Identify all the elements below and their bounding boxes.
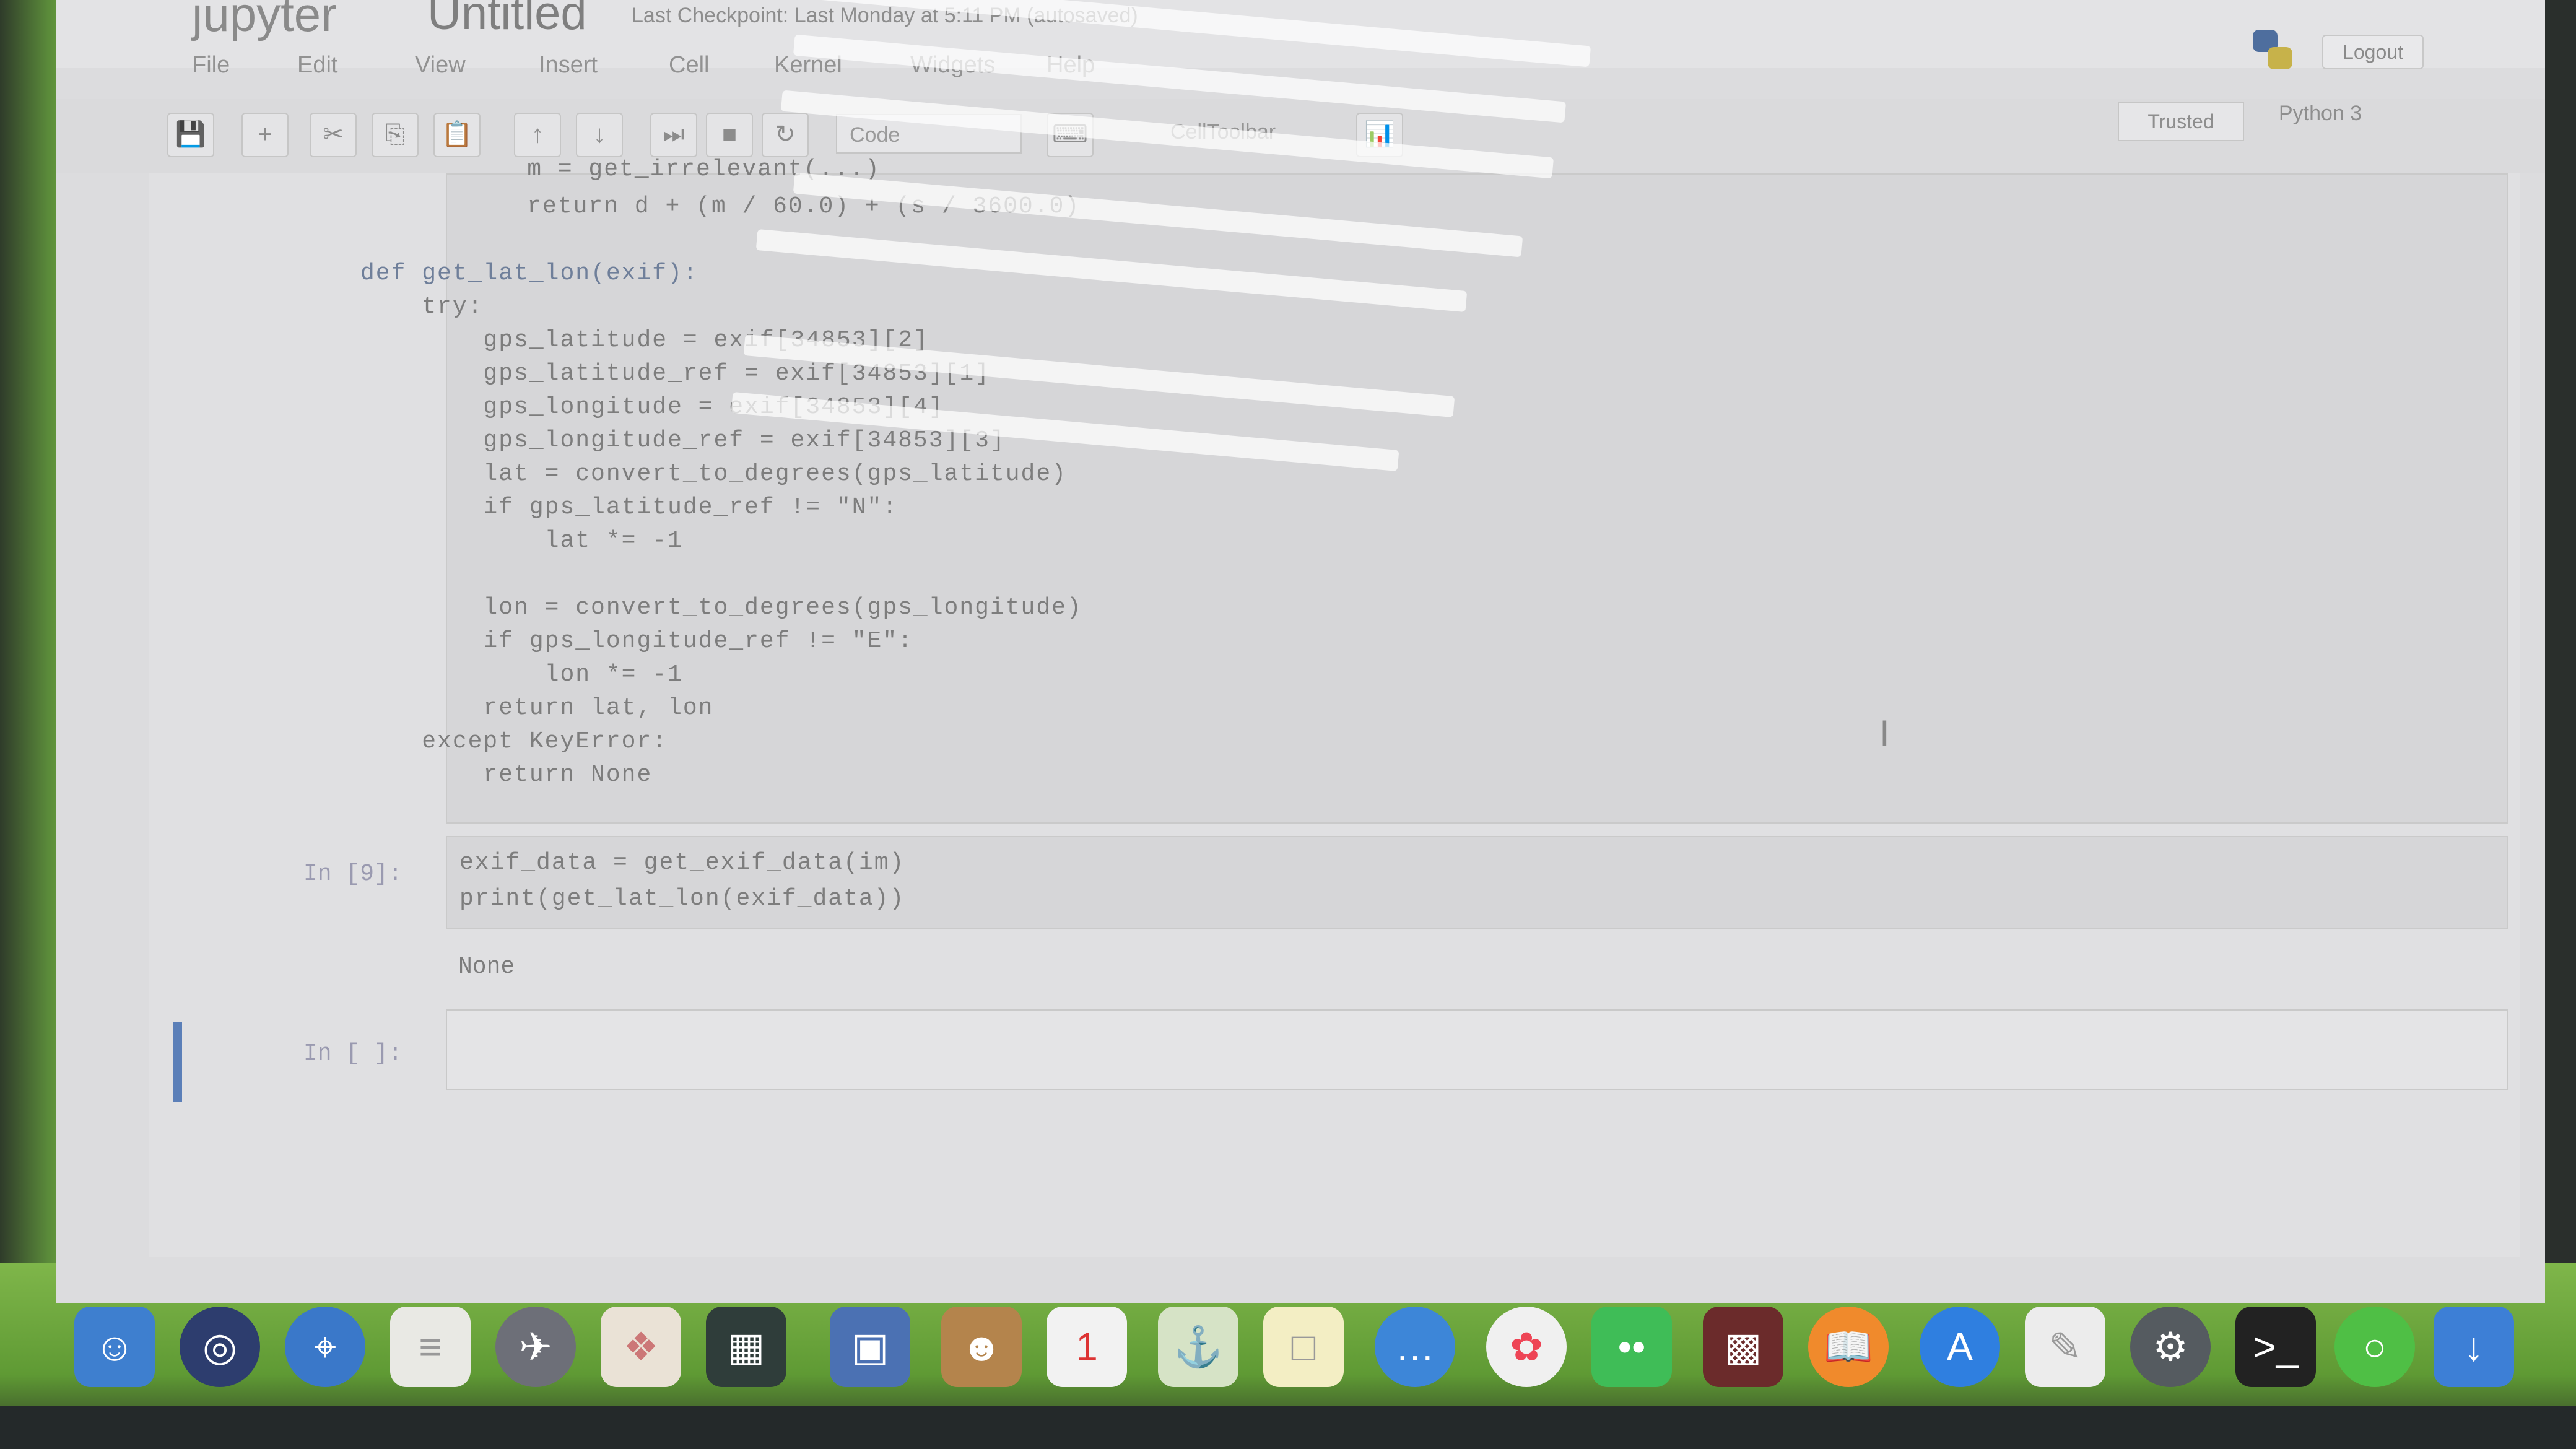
add-icon[interactable]: + [242, 113, 289, 157]
code-line: lat *= -1 [360, 528, 683, 554]
photos-preview-icon[interactable]: ❖ [601, 1307, 681, 1387]
notes-icon[interactable]: ≡ [390, 1307, 471, 1387]
trusted-badge[interactable]: Trusted [2118, 102, 2244, 141]
books-icon[interactable]: 📖 [1808, 1307, 1889, 1387]
code-line: exif_data = get_exif_data(im) [459, 850, 905, 876]
menu-view[interactable]: View [415, 52, 466, 79]
menu-cell[interactable]: Cell [669, 52, 709, 79]
downloads-icon[interactable]: ↓ [2434, 1307, 2514, 1387]
code-line: if gps_latitude_ref != "N": [360, 494, 899, 521]
notebook-title[interactable]: Untitled [427, 0, 587, 40]
selected-cell-indicator [173, 1022, 182, 1102]
calendar-icon[interactable]: 1 [1046, 1307, 1127, 1387]
copy-icon[interactable]: ⎘ [372, 113, 419, 157]
code-line: return lat, lon [360, 695, 714, 721]
cell3-prompt: In [ ]: [303, 1040, 402, 1067]
code-line: lon = convert_to_degrees(gps_longitude) [360, 594, 1082, 621]
menu-file[interactable]: File [192, 52, 230, 79]
mission-control-icon[interactable]: ▦ [706, 1307, 786, 1387]
code-cell-2[interactable]: exif_data = get_exif_data(im) print(get_… [446, 836, 2508, 929]
browser-window: jupyter Untitled Last Checkpoint: Last M… [56, 0, 2545, 1303]
system-preferences-icon[interactable]: ⚙ [2130, 1307, 2211, 1387]
maps-icon[interactable]: ⚓ [1158, 1307, 1238, 1387]
jupyter-logo[interactable]: jupyter [192, 0, 337, 43]
code-line: return None [360, 762, 653, 788]
menu-insert[interactable]: Insert [539, 52, 598, 79]
paste-icon[interactable]: 📋 [433, 113, 481, 157]
finder-icon[interactable]: ☺ [74, 1307, 155, 1387]
move-down-icon[interactable]: ↓ [576, 113, 623, 157]
code-line: except KeyError: [360, 728, 668, 755]
macos-dock: ☺ ◎ ⌖ ≡ ✈ ❖ ▦ ▣ ☻ 1 ⚓ □ … ✿ •• ▩ 📖 A ✎ ⚙… [68, 1294, 2576, 1412]
image-capture-icon[interactable]: ▣ [830, 1307, 910, 1387]
save-icon[interactable]: 💾 [167, 113, 214, 157]
code-line: lon *= -1 [360, 661, 683, 688]
code-line: if gps_longitude_ref != "E": [360, 628, 913, 655]
notebook-container: m = get_irrelevant(...) return d + (m / … [149, 156, 2520, 1257]
stickies-icon[interactable]: □ [1263, 1307, 1344, 1387]
cell2-output: None [458, 954, 515, 980]
photo-booth-icon[interactable]: ▩ [1703, 1307, 1783, 1387]
spinner-icon[interactable]: ○ [2334, 1307, 2415, 1387]
code-line: try: [360, 294, 484, 320]
stop-icon[interactable]: ■ [706, 113, 753, 157]
contacts-icon[interactable]: ☻ [941, 1307, 1022, 1387]
code-cell-1[interactable]: m = get_irrelevant(...) return d + (m / … [360, 156, 2508, 824]
code-cell-3-empty[interactable] [446, 1009, 2508, 1090]
messages-icon[interactable]: … [1375, 1307, 1455, 1387]
code-line: def get_lat_lon(exif): [360, 260, 698, 287]
siri-icon[interactable]: ◎ [180, 1307, 260, 1387]
kernel-indicator[interactable]: Python 3 [2279, 102, 2362, 126]
menu-edit[interactable]: Edit [297, 52, 337, 79]
screen-bezel [0, 1406, 2576, 1449]
code-line: lat = convert_to_degrees(gps_latitude) [360, 461, 1067, 487]
code-line: print(get_lat_lon(exif_data)) [459, 886, 905, 912]
cut-icon[interactable]: ✂ [310, 113, 357, 157]
code-line: gps_longitude_ref = exif[34853][3] [360, 427, 1006, 454]
photos-icon[interactable]: ✿ [1486, 1307, 1567, 1387]
run-icon[interactable]: ⏭ [650, 113, 697, 157]
app-store-icon[interactable]: A [1920, 1307, 2000, 1387]
terminal-icon[interactable]: >_ [2235, 1307, 2316, 1387]
text-cursor-icon: I [1879, 713, 1890, 754]
restart-icon[interactable]: ↻ [762, 113, 809, 157]
cell2-prompt: In [9]: [303, 861, 402, 887]
wechat-icon[interactable]: •• [1591, 1307, 1672, 1387]
launchpad-icon[interactable]: ✈ [495, 1307, 576, 1387]
move-up-icon[interactable]: ↑ [514, 113, 561, 157]
safari-icon[interactable]: ⌖ [285, 1307, 365, 1387]
textedit-icon[interactable]: ✎ [2025, 1307, 2105, 1387]
